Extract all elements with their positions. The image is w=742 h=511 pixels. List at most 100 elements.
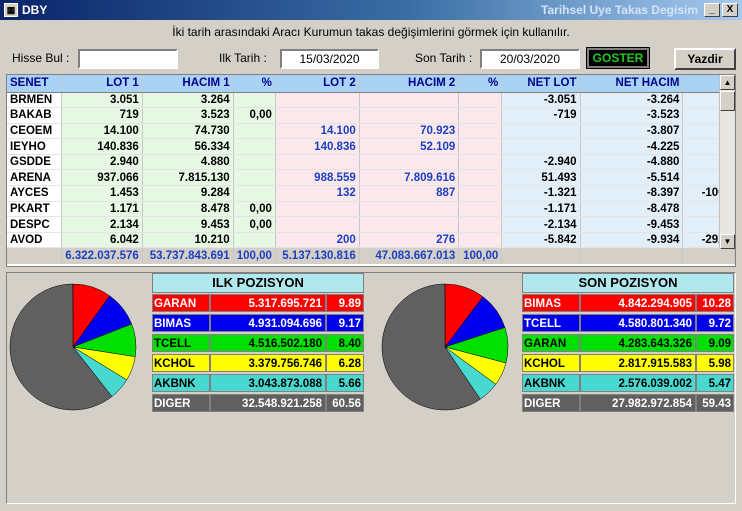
- column-header-net-lot[interactable]: NET LOT: [501, 75, 581, 93]
- position-pct: 9.72: [696, 314, 734, 332]
- table-row[interactable]: IEYHO 140.836 56.334 140.836 52.109 -4.225: [7, 138, 735, 155]
- cell-lot2: 14.100: [275, 123, 360, 140]
- cell-senet: CEOEM: [7, 123, 63, 140]
- cell-lot2: 132: [275, 185, 360, 202]
- minimize-button[interactable]: _: [704, 3, 720, 17]
- position-row: TCELL 4.516.502.180 8.40: [152, 333, 364, 353]
- cell-hacim2: 52.109: [359, 138, 460, 155]
- cell-pct2: [458, 107, 503, 124]
- table-row[interactable]: PKART 1.171 8.478 0,00 -1.171 -8.478: [7, 201, 735, 218]
- cell-net-lot: -2.134: [501, 216, 581, 233]
- total-lot2: 5.137.130.816: [275, 247, 360, 264]
- cell-hacim2: 70.923: [359, 123, 460, 140]
- cell-net-lot: [501, 138, 581, 155]
- cell-lot1: 719: [61, 107, 143, 124]
- cell-pct1: [233, 123, 276, 140]
- cell-hacim1: 9.453: [142, 216, 234, 233]
- position-pct: 9.89: [326, 294, 364, 312]
- cell-net-hacim: -8.478: [580, 201, 684, 218]
- son-tarih-input[interactable]: 20/03/2020: [480, 49, 580, 69]
- cell-net-lot: 51.493: [501, 169, 581, 187]
- takas-grid: SENET LOT 1 HACIM 1% LOT 2 HACIM 2% NET LOT NE…: [6, 74, 736, 267]
- position-name: KCHOL: [522, 354, 580, 372]
- position-row: DIGER 32.548.921.258 60.56: [152, 393, 364, 413]
- goster-button[interactable]: GOSTER: [586, 47, 650, 69]
- position-row: KCHOL 2.817.915.583 5.98: [522, 353, 734, 373]
- cell-net-hacim: -4.225: [580, 138, 684, 155]
- cell-lot1: 6.042: [61, 232, 143, 249]
- position-name: AKBNK: [522, 374, 580, 392]
- table-row[interactable]: CEOEM 14.100 74.730 14.100 70.923 -3.807: [7, 123, 735, 140]
- position-value: 3.043.873.088: [210, 374, 326, 392]
- position-value: 2.576.039.002: [580, 374, 696, 392]
- scroll-thumb[interactable]: [720, 91, 735, 111]
- cell-hacim2: [359, 107, 460, 124]
- column-header-hacim1[interactable]: HACIM 1: [142, 75, 234, 93]
- position-value: 4.580.801.340: [580, 314, 696, 332]
- cell-lot2: 988.559: [275, 169, 360, 187]
- son-pozisyon-pie-chart: [381, 283, 509, 411]
- cell-lot1: 2.134: [61, 216, 143, 233]
- position-row: BIMAS 4.842.294.905 10.28: [522, 293, 734, 313]
- table-row[interactable]: ARENA 937.066 7.815.130 988.559 7.809.616 51.…: [7, 169, 735, 187]
- column-header-hacim2[interactable]: HACIM 2: [359, 75, 460, 93]
- table-row[interactable]: AYCES 1.453 9.284 132 887 -1.321 -8.397 -1000: [7, 185, 735, 202]
- ilk-tarih-input[interactable]: 15/03/2020: [280, 49, 379, 69]
- hisse-bul-input[interactable]: [78, 49, 178, 69]
- cell-pct2: [458, 138, 503, 155]
- grid-vertical-scrollbar[interactable]: ▲ ▼: [719, 75, 735, 249]
- column-header-lot2[interactable]: LOT 2: [275, 75, 360, 93]
- column-header-pct1[interactable]: %: [233, 75, 276, 93]
- table-row[interactable]: GSDDE 2.940 4.880 -2.940 -4.880: [7, 154, 735, 171]
- table-row[interactable]: DESPC 2.134 9.453 0,00 -2.134 -9.453: [7, 216, 735, 233]
- cell-pct1: [233, 154, 276, 171]
- son-pozisyon-table: SON POZISYON BIMAS 4.842.294.905 10.28 TCEL…: [522, 273, 734, 413]
- position-row: DIGER 27.982.972.854 59.43: [522, 393, 734, 413]
- cell-senet: DESPC: [7, 216, 63, 233]
- cell-lot2: 200: [275, 232, 360, 249]
- scroll-down-icon[interactable]: ▼: [720, 234, 735, 249]
- cell-senet: BRMEN: [7, 92, 63, 109]
- position-name: TCELL: [522, 314, 580, 332]
- yazdir-button[interactable]: Yazdir: [674, 48, 736, 70]
- cell-lot2: [275, 216, 360, 233]
- cell-pct1: [233, 185, 276, 202]
- position-pct: 8.40: [326, 334, 364, 352]
- cell-lot2: 140.836: [275, 138, 360, 155]
- cell-net-hacim: -4.880: [580, 154, 684, 171]
- cell-net-hacim: -5.514: [580, 169, 684, 187]
- cell-hacim1: 7.815.130: [142, 169, 234, 187]
- cell-hacim1: 74.730: [142, 123, 234, 140]
- cell-hacim2: [359, 154, 460, 171]
- position-value: 2.817.915.583: [580, 354, 696, 372]
- position-row: BIMAS 4.931.094.696 9.17: [152, 313, 364, 333]
- window-subtitle: Tarihsel Uye Takas Degisim: [541, 3, 698, 17]
- column-header-net-hacim[interactable]: NET HACIM: [580, 75, 684, 93]
- table-row[interactable]: AVOD 6.042 10.210 200 276 -5.842 -9.934 -2921: [7, 232, 735, 249]
- position-name: GARAN: [522, 334, 580, 352]
- cell-pct2: [458, 232, 503, 249]
- position-value: 27.982.972.854: [580, 394, 696, 412]
- table-row[interactable]: BRMEN 3.051 3.264 -3.051 -3.264: [7, 92, 735, 109]
- cell-hacim1: 4.880: [142, 154, 234, 171]
- position-row: KCHOL 3.379.756.746 6.28: [152, 353, 364, 373]
- position-pct: 9.09: [696, 334, 734, 352]
- total-net-hacim: [580, 247, 684, 264]
- cell-lot2: [275, 154, 360, 171]
- table-row[interactable]: BAKAB 719 3.523 0,00 -719 -3.523: [7, 107, 735, 124]
- cell-lot1: 1.453: [61, 185, 143, 202]
- cell-hacim2: [359, 92, 460, 109]
- column-header-senet[interactable]: SENET: [7, 75, 63, 93]
- window-title: DBY: [22, 3, 48, 17]
- cell-net-hacim: -3.807: [580, 123, 684, 140]
- cell-hacim2: 7.809.616: [359, 169, 460, 187]
- cell-hacim1: 10.210: [142, 232, 234, 249]
- total-pct3: [682, 247, 735, 264]
- scroll-up-icon[interactable]: ▲: [720, 75, 735, 90]
- cell-senet: ARENA: [7, 169, 63, 187]
- close-button[interactable]: X: [722, 3, 738, 17]
- column-header-pct2[interactable]: %: [458, 75, 503, 93]
- cell-lot1: 140.836: [61, 138, 143, 155]
- cell-pct1: 0,00: [233, 201, 276, 218]
- column-header-lot1[interactable]: LOT 1: [61, 75, 143, 93]
